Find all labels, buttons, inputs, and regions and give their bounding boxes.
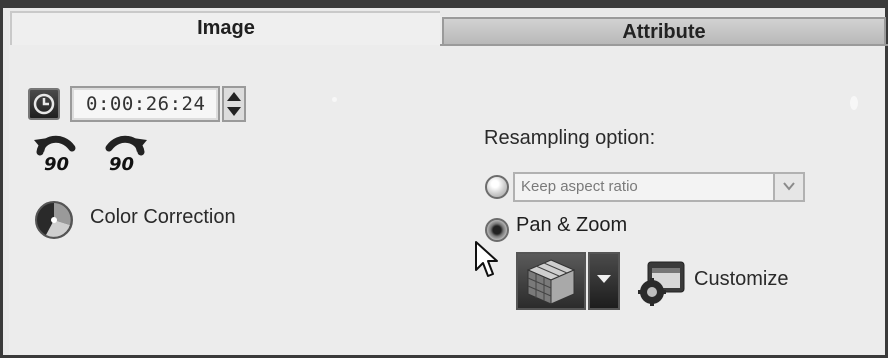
up-down-arrows-icon — [227, 92, 241, 116]
tab-attribute-label: Attribute — [622, 21, 706, 43]
customize-label[interactable]: Customize — [694, 268, 788, 291]
tab-attribute[interactable]: Attribute — [442, 17, 886, 45]
keep-aspect-radio[interactable] — [485, 175, 509, 199]
scan-artifact — [332, 97, 337, 102]
duration-clock-button[interactable] — [28, 88, 60, 120]
pan-zoom-preset-button[interactable] — [516, 252, 586, 310]
mouse-pointer-icon — [475, 241, 498, 277]
rotate-left-label: 90 — [44, 154, 70, 175]
chevron-down-icon — [597, 275, 611, 283]
duration-value: 0:00:26:24 — [86, 93, 206, 115]
tab-image-label: Image — [197, 17, 255, 39]
scan-artifact — [850, 96, 858, 110]
pan-zoom-label[interactable]: Pan & Zoom — [516, 214, 627, 237]
clock-icon — [33, 93, 55, 115]
tab-image[interactable]: Image — [10, 11, 440, 45]
pan-zoom-preset-dropdown[interactable] — [588, 252, 620, 310]
customize-icon[interactable] — [636, 258, 688, 306]
rotate-left-button[interactable]: 90 — [32, 128, 84, 180]
resampling-title: Resampling option: — [484, 127, 656, 149]
rotate-right-label: 90 — [109, 154, 135, 175]
chevron-down-icon — [783, 182, 795, 191]
duration-input[interactable]: 0:00:26:24 — [70, 86, 220, 122]
keep-aspect-select-value: Keep aspect ratio — [521, 178, 638, 195]
pan-zoom-radio[interactable] — [485, 218, 509, 242]
cube-icon — [526, 259, 576, 305]
duration-spinner[interactable] — [222, 86, 246, 122]
color-correction-label[interactable]: Color Correction — [90, 206, 236, 229]
tab-divider — [440, 44, 888, 46]
keep-aspect-dropdown-button[interactable] — [773, 174, 803, 200]
color-wheel-icon[interactable] — [34, 200, 74, 240]
keep-aspect-select[interactable]: Keep aspect ratio — [513, 172, 805, 202]
rotate-right-button[interactable]: 90 — [97, 128, 149, 180]
